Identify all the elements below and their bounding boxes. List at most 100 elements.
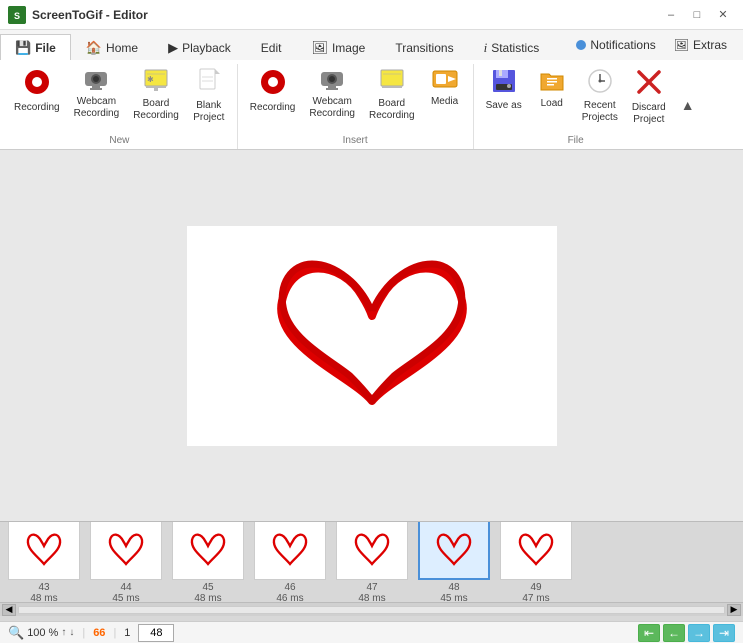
recording-icon — [23, 68, 51, 100]
save-as-button[interactable]: Save as — [480, 64, 528, 116]
frame-48[interactable]: 48 45 ms — [414, 522, 494, 602]
scroll-right-arrow[interactable]: ▶ — [727, 604, 741, 616]
close-button[interactable]: ✕ — [711, 5, 735, 25]
filmstrip: 43 48 ms 44 45 ms 45 48 ms — [0, 522, 743, 602]
frame-46-number: 46 — [284, 582, 295, 593]
tab-home[interactable]: 🏠 Home — [71, 34, 153, 60]
tab-playback-label: Playback — [182, 41, 231, 55]
frame-49[interactable]: 49 47 ms — [496, 522, 576, 602]
tab-image-label: Image — [332, 41, 365, 55]
recent-label: RecentProjects — [582, 100, 618, 124]
zoom-arrow-down: ↓ — [69, 627, 74, 638]
frame-45[interactable]: 45 48 ms — [168, 522, 248, 602]
notifications-button[interactable]: Notifications — [568, 35, 663, 55]
discard-label: DiscardProject — [632, 102, 666, 126]
tab-transitions[interactable]: Transitions — [380, 34, 468, 60]
webcam-insert-icon — [319, 68, 345, 94]
frame-47-image — [336, 522, 408, 580]
title-left: S ScreenToGif - Editor — [8, 6, 148, 24]
board-insert-icon — [379, 68, 405, 96]
tab-transitions-label: Transitions — [395, 41, 453, 55]
tab-edit-label: Edit — [261, 41, 282, 55]
tab-statistics[interactable]: i Statistics — [469, 34, 555, 60]
load-icon — [539, 68, 565, 96]
file-group-label: File — [480, 133, 672, 149]
image-tab-icon: 🖼 — [311, 40, 328, 56]
nav-last-button[interactable]: ⇥ — [713, 624, 735, 642]
minimize-button[interactable]: – — [659, 5, 683, 25]
frame-44-image — [90, 522, 162, 580]
nav-prev-button[interactable]: ← — [663, 624, 685, 642]
scroll-track[interactable] — [18, 606, 725, 614]
webcam-recording-button[interactable]: WebcamRecording — [68, 64, 126, 124]
frame-input[interactable] — [138, 624, 174, 642]
load-button[interactable]: Load — [530, 64, 574, 114]
ribbon: Recording WebcamRecording ✱ BoardRecordi… — [0, 60, 743, 150]
tab-home-label: Home — [106, 41, 138, 55]
tab-edit[interactable]: Edit — [246, 34, 297, 60]
save-as-icon — [491, 68, 517, 98]
tab-file[interactable]: 💾 File — [0, 34, 71, 60]
zoom-value: 100 — [27, 627, 45, 639]
nav-next-button[interactable]: → — [688, 624, 710, 642]
tab-right: Notifications 🖼 Extras — [568, 30, 743, 60]
extras-button[interactable]: 🖼 Extras — [666, 35, 735, 55]
frame-46-time: 46 ms — [276, 593, 303, 602]
current-frame-display: 1 — [124, 627, 130, 639]
app-title: ScreenToGif - Editor — [32, 8, 148, 22]
notifications-label: Notifications — [590, 38, 655, 52]
discard-project-button[interactable]: DiscardProject — [626, 64, 672, 130]
frame-47[interactable]: 47 48 ms — [332, 522, 412, 602]
frame-47-number: 47 — [366, 582, 377, 593]
frame-46[interactable]: 46 46 ms — [250, 522, 330, 602]
frame-45-time: 48 ms — [194, 593, 221, 602]
discard-icon — [635, 68, 663, 100]
file-tab-icon: 💾 — [15, 40, 31, 56]
board-insert-label: BoardRecording — [369, 98, 415, 122]
zoom-control: 🔍 100 % ↑ ↓ — [8, 625, 74, 641]
blank-project-button[interactable]: BlankProject — [187, 64, 231, 128]
frame-49-time: 47 ms — [522, 593, 549, 602]
recording-button[interactable]: Recording — [8, 64, 66, 118]
tab-image[interactable]: 🖼 Image — [296, 34, 380, 60]
statistics-tab-icon: i — [484, 40, 488, 56]
status-divider-1: | — [82, 627, 85, 639]
frame-43[interactable]: 43 48 ms — [4, 522, 84, 602]
board-recording-button[interactable]: ✱ BoardRecording — [127, 64, 185, 126]
svg-text:✱: ✱ — [147, 75, 154, 84]
ribbon-collapse-button[interactable]: ▲ — [678, 64, 698, 149]
zoom-pct: % — [49, 627, 59, 639]
new-group-label: New — [8, 133, 231, 149]
recording-insert-button[interactable]: Recording — [244, 64, 302, 118]
frame-44[interactable]: 44 45 ms — [86, 522, 166, 602]
webcam-insert-button[interactable]: WebcamRecording — [303, 64, 361, 124]
recording-insert-icon — [259, 68, 287, 100]
webcam-insert-label: WebcamRecording — [309, 96, 355, 120]
notifications-dot — [576, 40, 586, 50]
extras-icon: 🖼 — [674, 38, 689, 52]
status-bar: 🔍 100 % ↑ ↓ | 66 | 1 ⇤ ← → ⇥ — [0, 621, 743, 643]
media-button[interactable]: Media — [423, 64, 467, 112]
frame-48-image — [418, 522, 490, 580]
save-as-label: Save as — [486, 100, 522, 112]
title-bar: S ScreenToGif - Editor – □ ✕ — [0, 0, 743, 30]
scroll-left-arrow[interactable]: ◀ — [2, 604, 16, 616]
recent-projects-icon — [587, 68, 613, 98]
frame-43-time: 48 ms — [30, 593, 57, 602]
nav-first-button[interactable]: ⇤ — [638, 624, 660, 642]
ribbon-group-file: Save as Load RecentProjects DiscardProje… — [474, 64, 678, 149]
ribbon-new-items: Recording WebcamRecording ✱ BoardRecordi… — [8, 64, 231, 133]
current-frame-value: 1 — [124, 627, 130, 639]
recording-insert-label: Recording — [250, 102, 296, 114]
tab-playback[interactable]: ▶ Playback — [153, 34, 246, 60]
maximize-button[interactable]: □ — [685, 5, 709, 25]
board-insert-button[interactable]: BoardRecording — [363, 64, 421, 126]
canvas-inner — [187, 226, 557, 446]
frame-44-number: 44 — [120, 582, 131, 593]
frame-43-image — [8, 522, 80, 580]
recent-projects-button[interactable]: RecentProjects — [576, 64, 624, 128]
app-icon: S — [8, 6, 26, 24]
zoom-arrow-up: ↑ — [61, 627, 66, 638]
heart-drawing — [222, 246, 522, 426]
canvas-area — [0, 150, 743, 521]
